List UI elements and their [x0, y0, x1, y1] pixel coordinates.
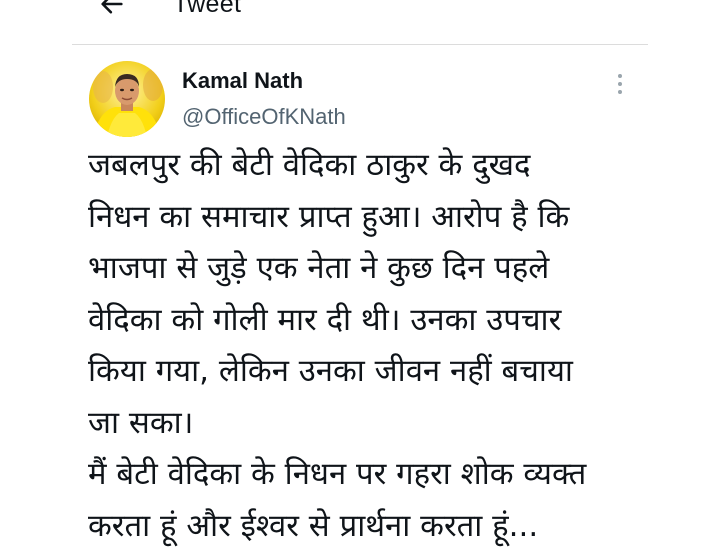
author-handle[interactable]: @OfficeOfKNath: [182, 104, 346, 130]
more-vertical-icon-dot: [618, 82, 622, 86]
tweet-line: करता हूं और ईश्वर से प्रार्थना करता हूं.…: [88, 501, 633, 552]
author-name[interactable]: Kamal Nath: [182, 68, 303, 94]
page-title: Tweet: [173, 0, 241, 19]
more-vertical-icon: [618, 74, 622, 78]
tweet-line: वेदिका को गोली मार दी थी। उनका उपचार: [88, 295, 633, 347]
tweet-line: भाजपा से जुड़े एक नेता ने कुछ दिन पहले: [88, 243, 633, 295]
arrow-left-icon: [98, 0, 126, 18]
tweet-text: जबलपुर की बेटी वेदिका ठाकुर के दुखद निधन…: [88, 140, 633, 552]
tweet-line: मैं बेटी वेदिका के निधन पर गहरा शोक व्यक…: [88, 449, 633, 501]
tweet-line: जा सका।: [88, 398, 633, 450]
more-options-button[interactable]: [610, 70, 630, 98]
avatar[interactable]: [89, 61, 165, 137]
top-bar: Tweet: [0, 0, 720, 44]
tweet-line: किया गया, लेकिन उनका जीवन नहीं बचाया: [88, 346, 633, 398]
back-button[interactable]: [96, 0, 128, 20]
more-vertical-icon-dot: [618, 90, 622, 94]
tweet-line: निधन का समाचार प्राप्त हुआ। आरोप है कि: [88, 192, 633, 244]
tweet-line: जबलपुर की बेटी वेदिका ठाकुर के दुखद: [88, 140, 633, 192]
header-divider: [72, 44, 648, 45]
profile-photo: [89, 61, 165, 137]
